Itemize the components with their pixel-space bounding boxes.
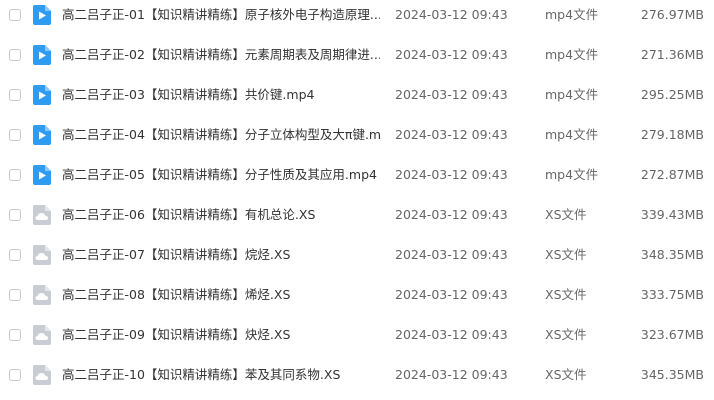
file-date: 2024-03-12 09:43 [395, 207, 508, 222]
file-name[interactable]: 高二吕子正-05【知识精讲精练】分子性质及其应用.mp4 [62, 167, 380, 183]
file-type: XS文件 [545, 327, 587, 342]
video-file-icon [33, 85, 51, 105]
file-size: 323.67MB [640, 327, 704, 342]
row-checkbox[interactable] [9, 329, 21, 341]
file-size: 272.87MB [640, 167, 704, 182]
cloud-file-icon [33, 325, 51, 345]
file-type: XS文件 [545, 247, 587, 262]
cloud-file-icon [33, 245, 51, 265]
row-checkbox[interactable] [9, 169, 21, 181]
file-list: 高二吕子正-01【知识精讲精练】原子核外电子构造原理.... 2024-03-1… [0, 0, 714, 400]
file-row[interactable]: 高二吕子正-06【知识精讲精练】有机总论.XS 2024-03-12 09:43… [0, 200, 714, 240]
file-type: mp4文件 [545, 127, 599, 142]
row-checkbox[interactable] [9, 369, 21, 381]
file-date: 2024-03-12 09:43 [395, 287, 508, 302]
row-checkbox[interactable] [9, 89, 21, 101]
file-date: 2024-03-12 09:43 [395, 327, 508, 342]
file-type: mp4文件 [545, 7, 599, 22]
file-date: 2024-03-12 09:43 [395, 247, 508, 262]
file-row[interactable]: 高二吕子正-10【知识精讲精练】苯及其同系物.XS 2024-03-12 09:… [0, 360, 714, 400]
file-size: 339.43MB [640, 207, 704, 222]
file-size: 348.35MB [640, 247, 704, 262]
video-file-icon [33, 45, 51, 65]
file-date: 2024-03-12 09:43 [395, 47, 508, 62]
file-size: 295.25MB [640, 87, 704, 102]
file-type: mp4文件 [545, 167, 599, 182]
cloud-file-icon [33, 205, 51, 225]
video-file-icon [33, 125, 51, 145]
file-name[interactable]: 高二吕子正-04【知识精讲精练】分子立体构型及大π键.m... [62, 127, 380, 143]
file-row[interactable]: 高二吕子正-02【知识精讲精练】元素周期表及周期律进... 2024-03-12… [0, 40, 714, 80]
file-name[interactable]: 高二吕子正-06【知识精讲精练】有机总论.XS [62, 207, 380, 223]
file-type: XS文件 [545, 287, 587, 302]
file-type: mp4文件 [545, 87, 599, 102]
file-name[interactable]: 高二吕子正-03【知识精讲精练】共价键.mp4 [62, 87, 380, 103]
file-type: mp4文件 [545, 47, 599, 62]
file-size: 271.36MB [640, 47, 704, 62]
file-name[interactable]: 高二吕子正-08【知识精讲精练】烯烃.XS [62, 287, 380, 303]
file-name[interactable]: 高二吕子正-01【知识精讲精练】原子核外电子构造原理.... [62, 7, 380, 23]
file-row[interactable]: 高二吕子正-05【知识精讲精练】分子性质及其应用.mp4 2024-03-12 … [0, 160, 714, 200]
file-date: 2024-03-12 09:43 [395, 7, 508, 22]
file-type: XS文件 [545, 207, 587, 222]
file-size: 279.18MB [640, 127, 704, 142]
row-checkbox[interactable] [9, 9, 21, 21]
file-size: 276.97MB [640, 7, 704, 22]
file-row[interactable]: 高二吕子正-08【知识精讲精练】烯烃.XS 2024-03-12 09:43 X… [0, 280, 714, 320]
file-row[interactable]: 高二吕子正-03【知识精讲精练】共价键.mp4 2024-03-12 09:43… [0, 80, 714, 120]
file-row[interactable]: 高二吕子正-09【知识精讲精练】炔烃.XS 2024-03-12 09:43 X… [0, 320, 714, 360]
row-checkbox[interactable] [9, 289, 21, 301]
file-type: XS文件 [545, 367, 587, 382]
file-row[interactable]: 高二吕子正-01【知识精讲精练】原子核外电子构造原理.... 2024-03-1… [0, 0, 714, 40]
file-row[interactable]: 高二吕子正-07【知识精讲精练】烷烃.XS 2024-03-12 09:43 X… [0, 240, 714, 280]
file-row[interactable]: 高二吕子正-04【知识精讲精练】分子立体构型及大π键.m... 2024-03-… [0, 120, 714, 160]
file-size: 333.75MB [640, 287, 704, 302]
file-name[interactable]: 高二吕子正-07【知识精讲精练】烷烃.XS [62, 247, 380, 263]
row-checkbox[interactable] [9, 129, 21, 141]
file-date: 2024-03-12 09:43 [395, 87, 508, 102]
cloud-file-icon [33, 285, 51, 305]
row-checkbox[interactable] [9, 249, 21, 261]
video-file-icon [33, 5, 51, 25]
file-name[interactable]: 高二吕子正-09【知识精讲精练】炔烃.XS [62, 327, 380, 343]
row-checkbox[interactable] [9, 49, 21, 61]
video-file-icon [33, 165, 51, 185]
file-name[interactable]: 高二吕子正-02【知识精讲精练】元素周期表及周期律进... [62, 47, 380, 63]
file-date: 2024-03-12 09:43 [395, 167, 508, 182]
row-checkbox[interactable] [9, 209, 21, 221]
file-date: 2024-03-12 09:43 [395, 127, 508, 142]
cloud-file-icon [33, 365, 51, 385]
file-name[interactable]: 高二吕子正-10【知识精讲精练】苯及其同系物.XS [62, 367, 380, 383]
file-date: 2024-03-12 09:43 [395, 367, 508, 382]
file-size: 345.35MB [640, 367, 704, 382]
